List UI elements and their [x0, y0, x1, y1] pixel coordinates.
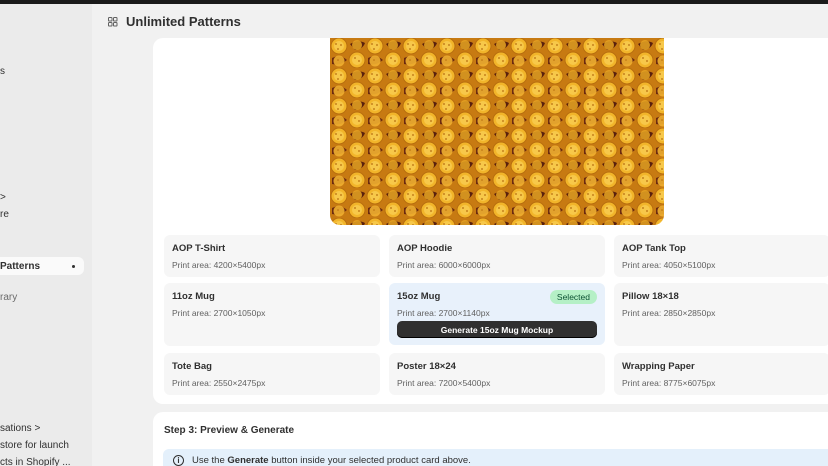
product-print-area: Print area: 4200×5400px: [172, 260, 266, 270]
sidebar-item-store-launch[interactable]: store for launch: [0, 440, 69, 451]
page-title: Unlimited Patterns: [126, 14, 241, 29]
product-card-tote-bag[interactable]: Tote Bag Print area: 2550×2475px: [164, 353, 380, 395]
sidebar-item-s[interactable]: s: [0, 66, 5, 77]
product-name: AOP T-Shirt: [172, 243, 226, 254]
product-print-area: Print area: 8775×6075px: [622, 378, 716, 388]
product-name: Tote Bag: [172, 361, 212, 372]
page-header: Unlimited Patterns: [108, 14, 241, 29]
product-name: AOP Tank Top: [622, 243, 686, 254]
sidebar-item-rary[interactable]: rary: [0, 292, 17, 303]
product-print-area: Print area: 6000×6000px: [397, 260, 491, 270]
sidebar-item-patterns[interactable]: Patterns: [0, 257, 84, 275]
product-card-wrapping-paper[interactable]: Wrapping Paper Print area: 8775×6075px: [614, 353, 828, 395]
product-print-area: Print area: 4050×5100px: [622, 260, 716, 270]
product-name: 11oz Mug: [172, 291, 215, 302]
product-card-pillow[interactable]: Pillow 18×18 Print area: 2850×2850px: [614, 283, 828, 346]
product-card-15oz-mug[interactable]: 15oz Mug Print area: 2700×1140px Selecte…: [389, 283, 605, 345]
product-print-area: Print area: 2550×2475px: [172, 378, 266, 388]
product-card-poster[interactable]: Poster 18×24 Print area: 7200×5400px: [389, 353, 605, 395]
active-dot-icon: [72, 265, 75, 268]
product-card-aop-tank-top[interactable]: AOP Tank Top Print area: 4050×5100px: [614, 235, 828, 277]
product-card-aop-t-shirt[interactable]: AOP T-Shirt Print area: 4200×5400px: [164, 235, 380, 277]
sidebar-item-cts-shopify[interactable]: cts in Shopify ...: [0, 457, 71, 466]
sidebar-item-label: Patterns: [0, 260, 41, 272]
selected-badge: Selected: [549, 290, 597, 304]
product-card-11oz-mug[interactable]: 11oz Mug Print area: 2700×1050px: [164, 283, 380, 346]
product-print-area: Print area: 2700×1050px: [172, 308, 266, 318]
info-banner-text: Use the Generate button inside your sele…: [192, 454, 471, 466]
product-print-area: Print area: 7200×5400px: [397, 378, 491, 388]
product-card-aop-hoodie[interactable]: AOP Hoodie Print area: 6000×6000px: [389, 235, 605, 277]
info-banner: i Use the Generate button inside your se…: [163, 449, 828, 466]
apps-icon: [108, 16, 118, 26]
product-name: Poster 18×24: [397, 361, 456, 372]
step3-card: Step 3: Preview & Generate i Use the Gen…: [153, 412, 828, 466]
sidebar-item-sations[interactable]: sations >: [0, 423, 40, 434]
product-print-area: Print area: 2700×1140px: [397, 308, 490, 318]
generate-mockup-button[interactable]: Generate 15oz Mug Mockup: [397, 321, 597, 338]
sidebar-item-chevron[interactable]: >: [0, 192, 6, 203]
step3-title: Step 3: Preview & Generate: [164, 425, 295, 436]
sidebar-item-re[interactable]: re: [0, 209, 9, 220]
product-selection-card: AOP T-Shirt Print area: 4200×5400px AOP …: [153, 38, 828, 404]
product-name: AOP Hoodie: [397, 243, 453, 254]
product-name: Wrapping Paper: [622, 361, 695, 372]
sidebar: s > re Patterns rary sations > store for…: [0, 4, 92, 466]
product-name: Pillow 18×18: [622, 291, 679, 302]
pattern-preview-image: [330, 38, 664, 225]
product-print-area: Print area: 2850×2850px: [622, 308, 716, 318]
info-icon: i: [173, 454, 184, 466]
